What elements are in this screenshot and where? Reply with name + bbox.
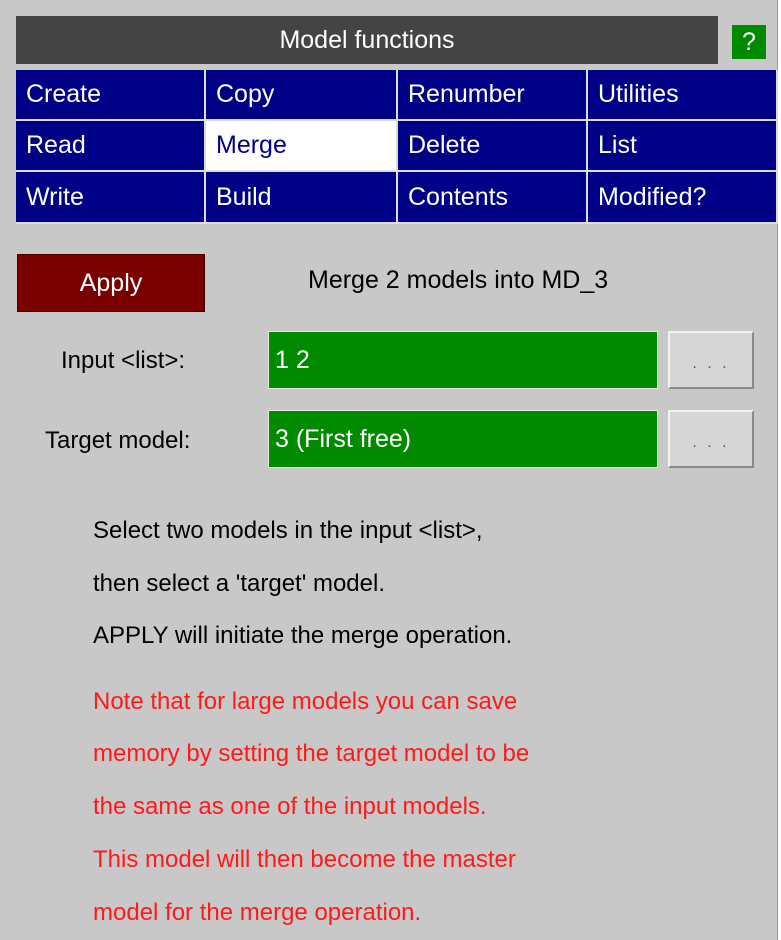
target-model-browse-button[interactable]: . . .	[668, 410, 754, 468]
help-text-line: APPLY will initiate the merge operation.	[93, 622, 513, 649]
note-text-line: This model will then become the master	[93, 846, 516, 873]
menu-list-button[interactable]: List	[588, 121, 778, 172]
menu-modified-button[interactable]: Modified?	[588, 172, 778, 224]
operation-description: Merge 2 models into MD_3	[308, 266, 609, 294]
note-text-line: model for the merge operation.	[93, 899, 422, 926]
menu-write-button[interactable]: Write	[16, 172, 206, 224]
input-list-label: Input <list>:	[61, 347, 186, 374]
apply-button[interactable]: Apply	[17, 254, 205, 312]
menu-utilities-button[interactable]: Utilities	[588, 70, 778, 121]
target-model-label: Target model:	[45, 427, 191, 454]
help-button[interactable]: ?	[731, 24, 767, 60]
target-model-field[interactable]: 3 (First free)	[268, 410, 658, 468]
menu-build-button[interactable]: Build	[206, 172, 398, 224]
input-list-browse-button[interactable]: . . .	[668, 331, 754, 389]
function-menu: Create Copy Renumber Utilities Read Merg…	[16, 70, 778, 224]
menu-create-button[interactable]: Create	[16, 70, 206, 121]
note-text-line: the same as one of the input models.	[93, 793, 487, 820]
panel-title: Model functions	[16, 16, 718, 64]
menu-merge-button[interactable]: Merge	[206, 121, 398, 172]
note-text-line: Note that for large models you can save	[93, 688, 518, 715]
menu-delete-button[interactable]: Delete	[398, 121, 588, 172]
menu-renumber-button[interactable]: Renumber	[398, 70, 588, 121]
help-text-line: then select a 'target' model.	[93, 570, 385, 597]
model-functions-panel: Model functions ? Create Copy Renumber U…	[0, 0, 778, 940]
menu-copy-button[interactable]: Copy	[206, 70, 398, 121]
note-text-line: memory by setting the target model to be	[93, 740, 530, 767]
menu-contents-button[interactable]: Contents	[398, 172, 588, 224]
help-text-line: Select two models in the input <list>,	[93, 517, 483, 544]
menu-read-button[interactable]: Read	[16, 121, 206, 172]
input-list-field[interactable]: 1 2	[268, 331, 658, 389]
